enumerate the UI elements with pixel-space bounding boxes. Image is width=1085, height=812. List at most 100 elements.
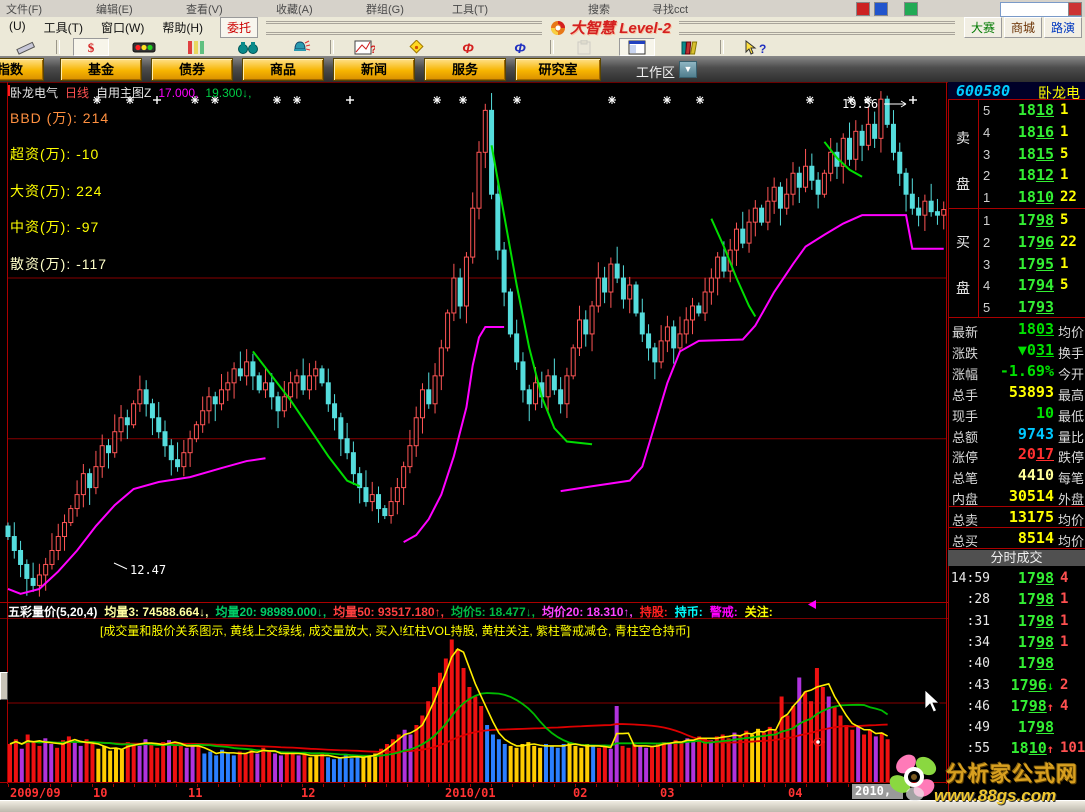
menu-item-窗口(W)[interactable]: 窗口(W) — [92, 17, 153, 38]
info-row-总卖: 总卖13175均价 — [948, 507, 1085, 528]
tab-新闻[interactable]: 新闻 — [333, 58, 415, 81]
dollar-icon[interactable]: $ — [73, 38, 109, 56]
menu-item-(U)[interactable]: (U) — [0, 17, 35, 38]
trade-volume: 1 — [1060, 613, 1068, 629]
date-axis: 2010, 2009/091011122010/01020304 — [0, 784, 948, 800]
level-volume: 22 — [1060, 189, 1077, 205]
sub-indicator-part: 五彩量价(5,20,4) — [8, 605, 97, 619]
trade-price: 1798 — [994, 718, 1054, 736]
svg-text:$: $ — [88, 40, 95, 55]
time-sales-row: :461798↑4 — [948, 696, 1085, 717]
trade-time: :31 — [948, 614, 990, 629]
tab-研究室[interactable]: 研究室 — [515, 58, 601, 81]
trade-volume: 4 — [1060, 698, 1068, 714]
info-value: 53893 — [984, 383, 1054, 401]
alarm-bell-icon[interactable] — [283, 39, 317, 55]
panel-hline — [948, 317, 1085, 318]
clipboard-icon[interactable] — [567, 39, 601, 55]
chart-region: 19.5612.47 卧龙电气日线自用主图Z17.000,19.300↓, BB… — [0, 82, 948, 800]
panel-hline — [948, 548, 1085, 549]
titlebar-button-路演[interactable]: 路演 — [1044, 17, 1082, 38]
color-bars-icon[interactable] — [179, 39, 213, 55]
time-sales-row: :551810↑101 — [948, 738, 1085, 759]
titlebar-button-大赛[interactable]: 大赛 — [964, 17, 1002, 38]
level-number: 5 — [983, 300, 990, 315]
info-label: 最新 — [952, 322, 978, 341]
info-row-涨停: 涨停2017跌停 — [948, 444, 1085, 465]
info-label: 涨停 — [952, 447, 978, 466]
axis-month-label: 10 — [93, 786, 107, 800]
level-number: 3 — [983, 147, 990, 162]
level-volume: 1 — [1060, 102, 1068, 118]
trade-price: 1796↓ — [994, 676, 1054, 694]
chart-header-part: 卧龙电气 — [10, 86, 58, 100]
chart-question-icon[interactable]: ? — [347, 39, 381, 55]
axis-month-label: 12 — [301, 786, 315, 800]
tab-指数[interactable]: 指数 — [0, 58, 44, 81]
info-value: 8514 — [984, 529, 1054, 547]
level-price: 1798 — [994, 211, 1054, 229]
sub-indicator-part: 均价20: 18.310↑, — [542, 605, 633, 619]
toolbar-grip[interactable] — [266, 21, 542, 35]
trade-time: :28 — [948, 592, 990, 607]
sub-indicator-part: 关注: — [745, 605, 773, 619]
quote-panel: 600580卧龙电卖盘买盘518181418161318155218121118… — [948, 82, 1085, 800]
sub-indicator-part: 警戒: — [710, 605, 738, 619]
trade-volume: 4 — [1060, 570, 1068, 586]
menu-item-工具(T)[interactable]: 工具(T) — [35, 17, 92, 38]
broker-entrust-button[interactable]: 委托 — [220, 17, 258, 38]
help-pointer-icon[interactable]: ? — [737, 39, 771, 55]
chart-header-part: 19.300↓, — [205, 86, 251, 100]
sell-row: 418161 — [948, 122, 1085, 144]
trade-price: 1798 — [994, 633, 1054, 651]
main-indicator-value: 超资(万): -10 — [10, 144, 99, 164]
phi-red-icon[interactable]: Φ — [451, 39, 485, 55]
trade-price: 1798↑ — [994, 697, 1054, 715]
level-price: 1816 — [994, 123, 1054, 141]
workspace-dropdown[interactable]: ▼ — [679, 61, 697, 78]
tab-债券[interactable]: 债券 — [151, 58, 233, 81]
main-indicator-value: 散资(万): -117 — [10, 254, 107, 274]
trade-price: 1798 — [994, 590, 1054, 608]
window-fragment-text: 群组(G) — [366, 1, 404, 17]
tab-商品[interactable]: 商品 — [242, 58, 324, 81]
level-number: 1 — [983, 213, 990, 228]
sub-indicator-part: 持币: — [675, 605, 703, 619]
info-row-总买: 总买8514均价 — [948, 528, 1085, 549]
axis-month-label: 04 — [788, 786, 802, 800]
window-fragment-text: 搜索 — [588, 1, 610, 17]
info-right-label: 均价 — [1058, 322, 1084, 341]
ruler-icon[interactable] — [9, 39, 43, 55]
trade-price: 1798 — [994, 569, 1054, 587]
binoculars-icon[interactable] — [231, 39, 265, 55]
candlestick-chart[interactable]: 19.5612.47 — [0, 82, 948, 800]
axis-month-label: 03 — [660, 786, 674, 800]
panel-hline — [948, 208, 1085, 209]
pane-splitter-handle[interactable] — [0, 672, 8, 700]
level-number: 5 — [983, 103, 990, 118]
window-layout-icon[interactable] — [619, 38, 655, 56]
info-value: ▼031 — [984, 341, 1054, 359]
info-row-内盘: 内盘30514外盘 — [948, 486, 1085, 507]
sub-indicator-part: 均量3: 74588.664↓, — [104, 605, 208, 619]
toolbar-grip[interactable] — [679, 21, 955, 35]
tab-服务[interactable]: 服务 — [424, 58, 506, 81]
diamond-icon[interactable] — [399, 39, 433, 55]
trade-direction-arrow: ↓ — [1047, 679, 1054, 693]
menu-item-帮助(H)[interactable]: 帮助(H) — [153, 17, 212, 38]
time-sales-header: 分时成交 — [948, 550, 1085, 566]
trade-price: 1798 — [994, 612, 1054, 630]
level-volume: 5 — [1060, 277, 1068, 293]
phi-blue-icon[interactable]: Φ — [503, 39, 537, 55]
app-logo-icon — [550, 20, 566, 36]
level-price: 1810 — [994, 188, 1054, 206]
titlebar-button-商城[interactable]: 商城 — [1004, 17, 1042, 38]
axis-month-label: 02 — [573, 786, 587, 800]
dazhihui-app-window: 文件(F)编辑(E)查看(V)收藏(A)群组(G)工具(T)搜索寻找cct (U… — [0, 0, 1085, 812]
toolbar-separator — [550, 40, 554, 54]
window-fragment-text: 文件(F) — [6, 1, 42, 17]
trade-time: :40 — [948, 656, 990, 671]
tab-基金[interactable]: 基金 — [60, 58, 142, 81]
traffic-light-icon[interactable] — [127, 39, 161, 55]
books-icon[interactable] — [673, 39, 707, 55]
